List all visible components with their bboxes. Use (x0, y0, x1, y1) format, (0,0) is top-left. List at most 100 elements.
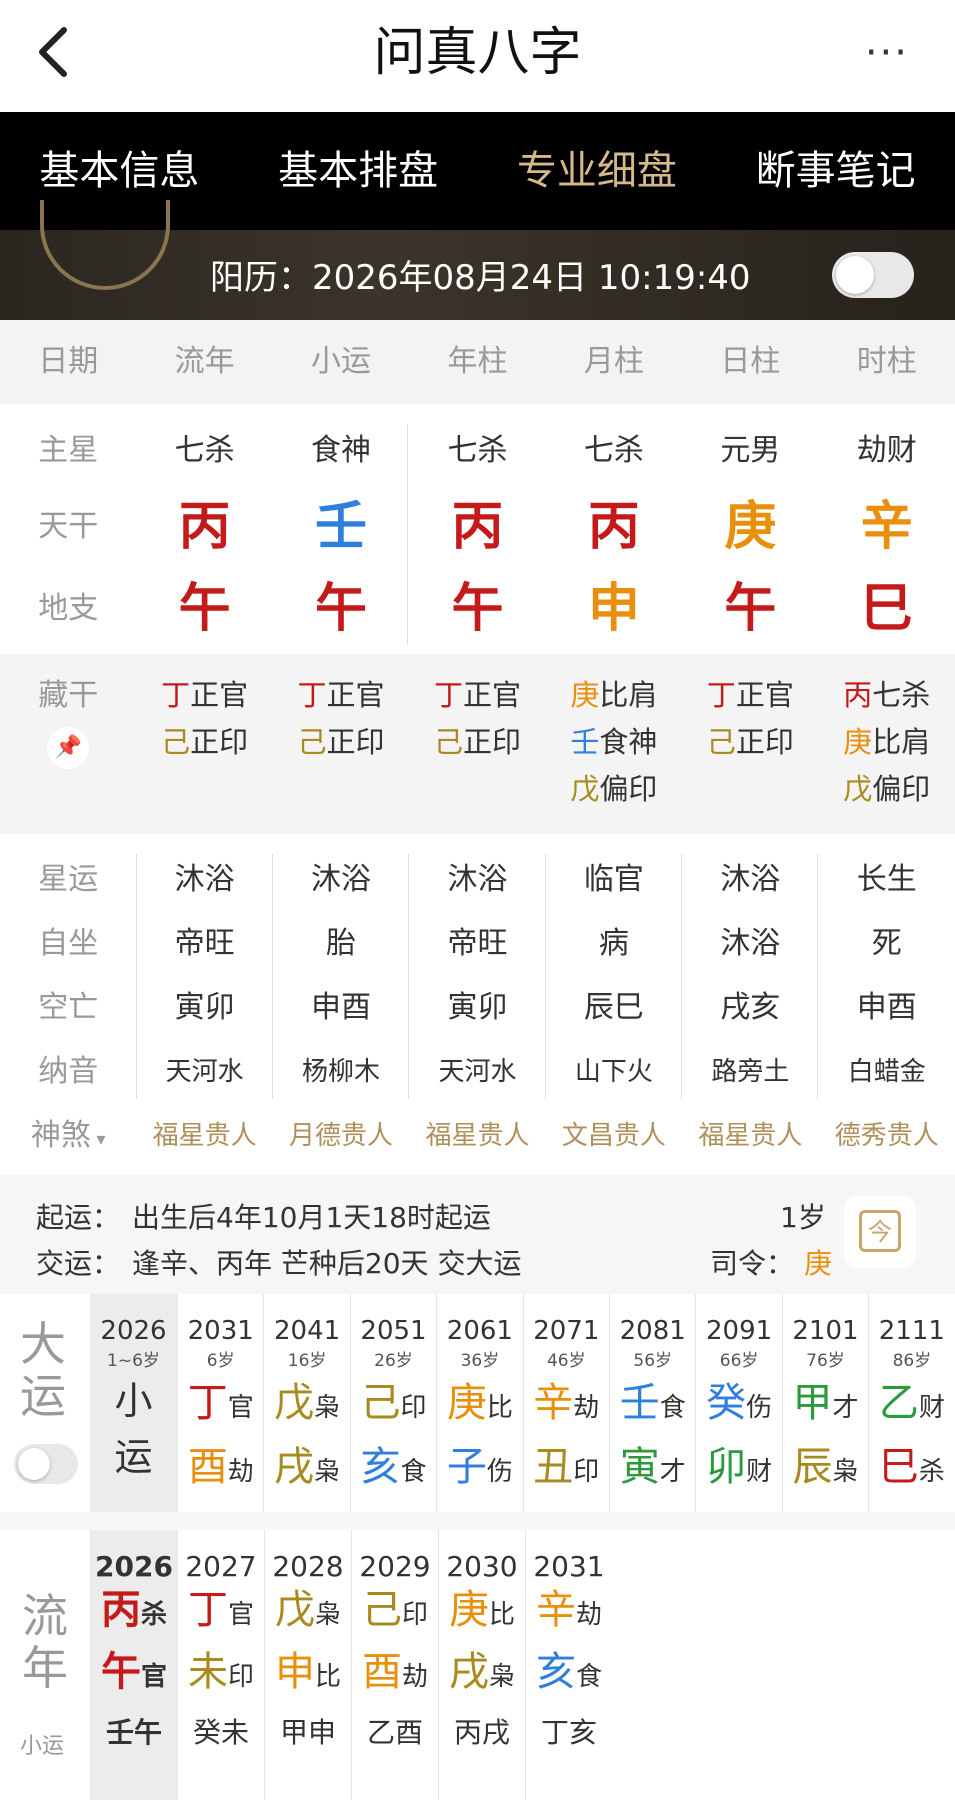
dayun-section: 大运 2026 1~6岁 小 运 2031 6岁 丁官 酉劫 2041 16岁 戊枭 戌枭 20… (0, 1294, 955, 1512)
dayun-item[interactable]: 2111 86岁 乙财 巳杀 (868, 1294, 954, 1512)
tab-notes[interactable]: 断事笔记 (716, 112, 955, 230)
shensha-cell[interactable]: 文昌贵人 (546, 1104, 682, 1168)
dayun-item-current[interactable]: 2026 1~6岁 小 运 (90, 1294, 177, 1512)
liunian-zhi: 亥食 (526, 1645, 612, 1707)
dayun-item[interactable]: 2031 6岁 丁官 酉劫 (177, 1294, 263, 1512)
canggan-item: 戊偏印 (819, 766, 955, 813)
gan-char: 癸 (706, 1380, 747, 1426)
dayun-item[interactable]: 2041 16岁 戊枭 戌枭 (263, 1294, 349, 1512)
dayun-toggle[interactable] (14, 1444, 78, 1484)
tab-basic-chart[interactable]: 基本排盘 (239, 112, 478, 230)
gan-char: 辛 (533, 1380, 574, 1426)
canggan-god: 偏印 (872, 772, 931, 806)
xingyun-row: 星运 沐浴 沐浴 沐浴 临官 沐浴 长生 (0, 848, 955, 912)
pin-icon[interactable]: 📌 (47, 727, 90, 769)
zhi-char: 子 (446, 1444, 487, 1490)
liunian-list: 2026 丙杀 午官 壬午 2027 丁官 未印 癸未 2028 戊枭 申比 甲申 2029 己印 酉劫 乙酉… (90, 1530, 955, 1800)
canggan-row: 藏干 📌 丁正官 己正印 丁正官 己正印 丁正官 己正印 庚比肩 壬食神 戊偏印… (0, 654, 955, 813)
canggan-section: 藏干 📌 丁正官 己正印 丁正官 己正印 丁正官 己正印 庚比肩 壬食神 戊偏印… (0, 654, 955, 834)
shensha-cell[interactable]: 德秀贵人 (819, 1104, 955, 1168)
dayun-age: 26岁 (374, 1351, 413, 1371)
canggan-stem: 己 (433, 725, 463, 759)
canggan-item: 己正印 (136, 719, 272, 766)
xiaoyun-bottom: 运 (114, 1435, 153, 1479)
dayun-label-top: 大 (20, 1317, 66, 1371)
zhi-char: 戌 (448, 1649, 489, 1695)
shensha-cell[interactable]: 福星贵人 (136, 1104, 272, 1168)
qiyun-label: 起运： (36, 1201, 121, 1234)
detail-cell: 白蜡金 (847, 1057, 926, 1087)
tab-professional-chart[interactable]: 专业细盘 (478, 112, 717, 230)
dayun-item[interactable]: 2101 76岁 甲才 辰枭 (781, 1294, 868, 1512)
zhi-god: 枭 (314, 1457, 341, 1487)
detail-cell: 死 (871, 926, 902, 961)
divider (136, 854, 137, 1099)
dayun-year: 2026 (100, 1316, 167, 1346)
liunian-year: 2031 (533, 1550, 605, 1583)
detail-cell: 申酉 (856, 990, 917, 1025)
detail-cell: 山下火 (574, 1057, 653, 1087)
zhi-char: 未 (187, 1649, 228, 1695)
zhuxing-cell: 食神 (311, 433, 372, 468)
shensha-cell[interactable]: 福星贵人 (409, 1104, 545, 1168)
detail-cell: 天河水 (165, 1057, 244, 1087)
liunian-item[interactable]: 2029 己印 酉劫 乙酉 (351, 1530, 438, 1800)
row-label: 藏干 (38, 678, 99, 713)
canggan-stem: 丁 (706, 678, 736, 712)
liunian-gan: 辛劫 (526, 1583, 612, 1645)
canggan-god: 正印 (735, 725, 794, 759)
liunian-item[interactable]: 2030 庚比 戌枭 丙戌 (438, 1530, 525, 1800)
canggan-item: 己正印 (273, 719, 409, 766)
divider (272, 854, 273, 1099)
liunian-section: 流年 小运 2026 丙杀 午官 壬午 2027 丁官 未印 癸未 2028 戊枭 申比 甲申 2029… (0, 1530, 955, 1800)
dayun-item[interactable]: 2071 46岁 辛劫 丑印 (522, 1294, 609, 1512)
shensha-cell[interactable]: 福星贵人 (682, 1104, 818, 1168)
col-liunian: 流年 (174, 344, 235, 379)
dayun-year: 2071 (533, 1316, 600, 1346)
liunian-item[interactable]: 2028 戊枭 申比 甲申 (264, 1530, 351, 1800)
canggan-god: 七杀 (872, 678, 931, 712)
dayun-item[interactable]: 2061 36岁 庚比 子伤 (436, 1294, 522, 1512)
dayun-year: 2051 (360, 1316, 427, 1346)
dayun-item[interactable]: 2081 56岁 壬食 寅才 (609, 1294, 695, 1512)
liunian-item[interactable]: 2027 丁官 未印 癸未 (177, 1530, 264, 1800)
zhi-god: 劫 (227, 1457, 254, 1487)
zhi-char: 申 (274, 1649, 315, 1695)
liunian-gan: 丁官 (178, 1583, 264, 1645)
zizuo-row: 自坐 帝旺 胎 帝旺 病 沐浴 死 (0, 912, 955, 976)
canggan-stem: 丁 (297, 678, 327, 712)
dizhi-cell: 午 (178, 579, 231, 639)
canggan-col: 丁正官 己正印 (136, 672, 272, 813)
dayun-item[interactable]: 2091 66岁 癸伤 卯财 (695, 1294, 781, 1512)
shensha-cell[interactable]: 月德贵人 (273, 1104, 409, 1168)
row-label: 主星 (38, 433, 99, 468)
banner-toggle[interactable] (832, 252, 914, 298)
canggan-god: 正印 (326, 725, 385, 759)
detail-cell: 长生 (856, 862, 917, 897)
shensha-dropdown[interactable]: 神煞 ▾ (0, 1104, 136, 1168)
pillars-section: 主星 七杀 食神 七杀 七杀 元男 劫财 天干 丙 壬 丙 丙 庚 辛 地支 午… (0, 404, 955, 654)
col-hour: 时柱 (856, 344, 917, 379)
liunian-gan: 庚比 (439, 1583, 525, 1645)
dizhi-row: 地支 午 午 午 申 午 巳 (0, 568, 955, 650)
more-icon[interactable]: ··· (865, 30, 909, 76)
dayun-item[interactable]: 2051 26岁 己印 亥食 (349, 1294, 436, 1512)
dayun-year: 2061 (446, 1316, 513, 1346)
zhi-char: 戌 (274, 1444, 315, 1490)
liunian-item[interactable]: 2026 丙杀 午官 壬午 (90, 1530, 177, 1800)
liunian-label: 流年 (22, 1590, 68, 1694)
zhi-god: 杀 (918, 1457, 945, 1487)
detail-cell: 帝旺 (174, 926, 235, 961)
zhi-char: 亥 (360, 1444, 401, 1490)
dayun-gan: 辛劫 (524, 1375, 609, 1439)
liunian-item[interactable]: 2031 辛劫 亥食 丁亥 (525, 1530, 612, 1800)
dayun-year: 2101 (792, 1316, 859, 1346)
row-label: 自坐 (38, 926, 99, 961)
calendar-icon[interactable]: 今 (844, 1196, 916, 1268)
liunian-gan: 戊枭 (265, 1583, 351, 1645)
qiyun-line: 起运： 出生后4年10月1天18时起运 (36, 1196, 491, 1236)
gan-god: 才 (832, 1393, 859, 1423)
nayin-row: 纳音 天河水 杨柳木 天河水 山下火 路旁土 白蜡金 (0, 1040, 955, 1104)
gan-god: 劫 (575, 1600, 602, 1630)
dayun-year: 2081 (619, 1316, 686, 1346)
